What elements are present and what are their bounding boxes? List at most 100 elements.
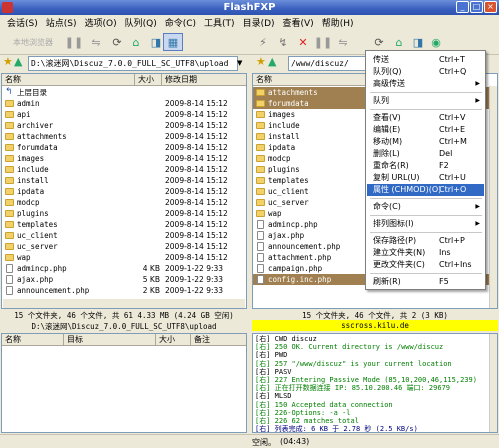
table-row[interactable]: wap 2009-8-14 15:12 (2, 252, 246, 263)
context-menu-item[interactable]: 重命名(R) F2 (367, 160, 484, 172)
pause-icon[interactable]: ❚❚ (65, 33, 83, 51)
left-up-icon[interactable]: ▲ (14, 55, 22, 68)
remote-folder-icon[interactable]: ◨ (410, 33, 426, 51)
table-row[interactable]: images 2009-8-14 15:12 (2, 153, 246, 164)
maximize-button[interactable]: □ (470, 1, 483, 13)
remote-home-icon[interactable]: ⌂ (392, 33, 406, 51)
abort-icon[interactable]: ✕ (296, 33, 310, 51)
menu-tools[interactable]: 工具(T) (200, 16, 239, 29)
menu-item-label: 保存路径(P) (373, 236, 417, 245)
file-name: uc_server (17, 242, 58, 251)
context-menu-item[interactable]: 属性 (CHMOD)(O) Ctrl+O (367, 184, 484, 196)
table-row[interactable]: install 2009-8-14 15:12 (2, 175, 246, 186)
folder-icon (5, 155, 14, 162)
remote-globe-icon[interactable]: ◉ (428, 33, 444, 51)
minimize-button[interactable]: _ (456, 1, 469, 13)
close-button[interactable]: × (484, 1, 497, 13)
context-menu-item[interactable]: 查看(V) Ctrl+V (367, 112, 484, 124)
menu-directory[interactable]: 目录(D) (239, 16, 279, 29)
table-row[interactable]: include 2009-8-14 15:12 (2, 164, 246, 175)
queue-header-note[interactable]: 备注 (191, 334, 246, 346)
remote-transfer-icon[interactable]: ⇋ (334, 33, 352, 51)
right-path-input[interactable]: /www/discuz/ (288, 56, 366, 71)
context-menu-item[interactable]: 刷新(R) F5 (367, 276, 484, 288)
right-up-icon[interactable]: ▲ (268, 55, 276, 68)
menu-item-shortcut: Ctrl+Ins (439, 260, 472, 269)
refresh-icon[interactable]: ⟳ (110, 33, 124, 51)
right-vscrollbar[interactable] (489, 86, 497, 308)
context-menu: 传送 Ctrl+T 队列(Q) Ctrl+Q 高级传送 ▶ 队列 ▶ 查看(V) Ctrl+V 编辑… (365, 50, 486, 290)
file-name: ajax.php (17, 275, 54, 284)
folder-sync-icon[interactable]: ◨ (148, 33, 164, 51)
table-row[interactable]: ajax.php 5 KB 2009-1-22 9:33 (2, 274, 246, 285)
menu-help[interactable]: 帮助(H) (318, 16, 358, 29)
context-menu-item[interactable]: 队列(Q) Ctrl+Q (367, 66, 484, 78)
file-date: 2009-8-14 15:12 (165, 231, 228, 240)
remote-pause-icon[interactable]: ❚❚ (314, 33, 332, 51)
context-menu-item[interactable]: 传送 Ctrl+T (367, 54, 484, 66)
file-date: 2009-8-14 15:12 (165, 121, 228, 130)
context-menu-item[interactable]: 移动(M) Ctrl+M (367, 136, 484, 148)
left-header-date[interactable]: 修改日期 (162, 74, 246, 86)
context-menu-item[interactable]: 更改文件夹(C) Ctrl+Ins (367, 259, 484, 271)
queue-header-target[interactable]: 目标 (64, 334, 156, 346)
log-vscrollbar[interactable] (489, 334, 497, 432)
right-favorite-icon[interactable]: ★ (256, 55, 266, 68)
context-menu-item[interactable]: 删除(L) Del (367, 148, 484, 160)
menu-options[interactable]: 选项(O) (81, 16, 121, 29)
menu-view[interactable]: 查看(V) (279, 16, 318, 29)
home-icon[interactable]: ⌂ (128, 33, 144, 51)
log-panel: [右] CWD discuz [右] 250 OK. Current direct… (252, 333, 498, 433)
table-row[interactable]: announcement.php 2 KB 2009-1-22 9:33 (2, 285, 246, 296)
menu-commands[interactable]: 命令(C) (161, 16, 200, 29)
context-menu-item[interactable]: 复制 URL(U) Ctrl+U (367, 172, 484, 184)
folder-icon (5, 177, 14, 184)
context-menu-item[interactable]: 保存路径(P) Ctrl+P (367, 235, 484, 247)
file-icon (6, 286, 13, 295)
transfer-icon[interactable]: ⇋ (86, 33, 106, 51)
disconnect-icon[interactable]: ↯ (275, 33, 291, 51)
table-row[interactable]: api 2009-8-14 15:12 (2, 109, 246, 120)
table-row[interactable]: plugins 2009-8-14 15:12 (2, 208, 246, 219)
left-path-input[interactable]: D:\滚迷网\Discuz_7.0.0_FULL_SC_UTF8\upload (28, 56, 238, 71)
table-row[interactable]: uc_client 2009-8-14 15:12 (2, 230, 246, 241)
queue-header-size[interactable]: 大小 (156, 334, 191, 346)
right-header-name[interactable]: 名称 (253, 74, 366, 86)
remote-refresh-icon[interactable]: ⟳ (372, 33, 386, 51)
file-name: plugins (268, 165, 300, 174)
folder-icon (5, 100, 14, 107)
left-hscrollbar[interactable] (3, 299, 245, 308)
table-row[interactable]: archiver 2009-8-14 15:12 (2, 120, 246, 131)
context-menu-item[interactable]: 高级传送 ▶ (367, 78, 484, 90)
local-file-panel: 名称 大小 修改日期 ↰ 上层目录 admin 2009-8-14 15:12 ap… (1, 73, 247, 309)
left-up-dir-row[interactable]: ↰ 上层目录 (2, 87, 246, 98)
table-row[interactable]: admincp.php 4 KB 2009-1-22 9:33 (2, 263, 246, 274)
context-menu-item[interactable]: 建立文件夹(N) Ins (367, 247, 484, 259)
context-menu-item[interactable]: 排列图标(I) ▶ (367, 218, 484, 230)
queue-header-name[interactable]: 名称 (2, 334, 64, 346)
file-name: api (17, 110, 31, 119)
left-header-size[interactable]: 大小 (135, 74, 162, 86)
menu-session[interactable]: 会话(S) (3, 16, 42, 29)
table-row[interactable]: modcp 2009-8-14 15:12 (2, 197, 246, 208)
menu-separator (370, 215, 482, 216)
context-menu-item[interactable]: 命令(C) ▶ (367, 201, 484, 213)
compare-icon[interactable]: ▦ (163, 33, 183, 51)
left-header-name[interactable]: 名称 (2, 74, 135, 86)
context-menu-item[interactable]: 编辑(E) Ctrl+E (367, 124, 484, 136)
table-row[interactable]: uc_server 2009-8-14 15:12 (2, 241, 246, 252)
menu-sites[interactable]: 站点(S) (42, 16, 81, 29)
table-row[interactable]: forumdata 2009-8-14 15:12 (2, 142, 246, 153)
context-menu-item[interactable]: 队列 ▶ (367, 95, 484, 107)
table-row[interactable]: templates 2009-8-14 15:12 (2, 219, 246, 230)
menu-item-shortcut: Ins (439, 248, 451, 257)
folder-icon (256, 100, 265, 107)
left-path-dropdown-icon[interactable]: ▼ (237, 56, 246, 71)
file-name: install (268, 132, 300, 141)
table-row[interactable]: admin 2009-8-14 15:12 (2, 98, 246, 109)
left-favorite-icon[interactable]: ★ (3, 55, 13, 68)
menu-queue[interactable]: 队列(Q) (121, 16, 161, 29)
connect-icon[interactable]: ⚡ (255, 33, 271, 51)
table-row[interactable]: ipdata 2009-8-14 15:12 (2, 186, 246, 197)
table-row[interactable]: attachments 2009-8-14 15:12 (2, 131, 246, 142)
